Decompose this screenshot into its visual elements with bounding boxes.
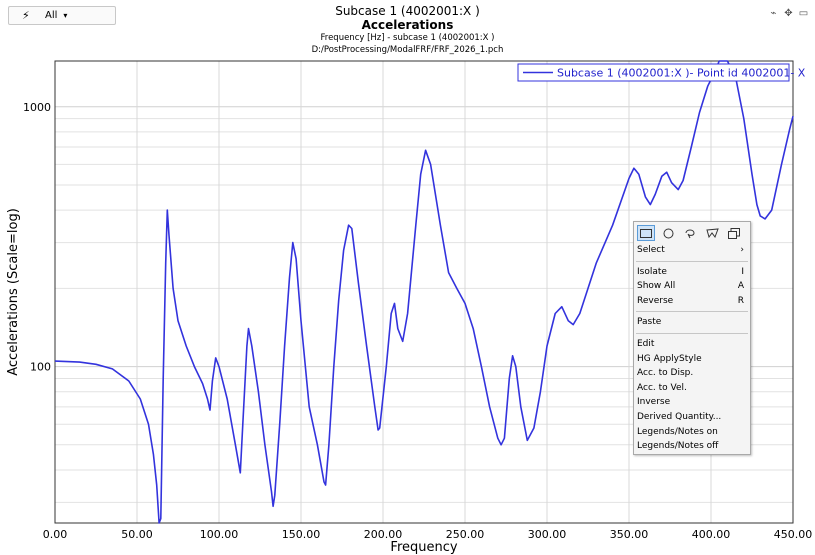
x-tick-label: 300.00 — [528, 528, 567, 541]
x-tick-label: 150.00 — [282, 528, 321, 541]
x-tick-label: 400.00 — [692, 528, 731, 541]
menu-item-label: Legends/Notes on — [637, 426, 718, 437]
menu-item-hg-applystyle[interactable]: HG ApplyStyle — [634, 352, 750, 367]
menu-item-legends-notes-off[interactable]: Legends/Notes off — [634, 439, 750, 454]
y-axis-label: Accelerations (Scale=log) — [6, 208, 21, 376]
menu-item-label: Isolate — [637, 266, 667, 277]
menu-item-label: Paste — [637, 317, 662, 328]
x-tick-label: 100.00 — [200, 528, 239, 541]
menu-item-label: Select — [637, 245, 665, 255]
copy-window-icon[interactable] — [725, 225, 743, 241]
menu-item-reverse[interactable]: Reverse R — [634, 294, 750, 309]
menu-item-derived-quantity[interactable]: Derived Quantity... — [634, 410, 750, 425]
circle-select-icon[interactable] — [659, 225, 677, 241]
menu-item-shortcut: A — [737, 281, 744, 292]
menu-separator — [636, 260, 748, 262]
menu-item-shortcut: › — [740, 245, 744, 255]
menu-item-label: Derived Quantity... — [637, 411, 722, 422]
menu-item-legends-notes-on[interactable]: Legends/Notes on — [634, 425, 750, 440]
x-axis-label: Frequency — [390, 540, 457, 555]
x-tick-label: 50.00 — [121, 528, 153, 541]
y-tick-label: 1000 — [23, 101, 51, 114]
menu-item-label: Edit — [637, 338, 655, 349]
menu-item-label: Reverse — [637, 295, 674, 306]
menu-item-label: HG ApplyStyle — [637, 353, 702, 364]
menu-item-label: Inverse — [637, 397, 671, 408]
menu-item-edit[interactable]: Edit — [634, 337, 750, 352]
selection-mode-bar — [634, 222, 750, 243]
menu-item-shortcut: I — [741, 266, 744, 277]
menu-item-select[interactable]: Select › — [634, 243, 750, 258]
menu-item-shortcut: R — [737, 295, 744, 306]
menu-item-label: Acc. to Disp. — [637, 368, 694, 379]
x-tick-label: 450.00 — [774, 528, 813, 541]
polygon-select-icon[interactable] — [703, 225, 721, 241]
lasso-select-icon[interactable] — [681, 225, 699, 241]
context-menu: Select › Isolate I Show All A Reverse R Paste … — [633, 221, 751, 455]
menu-item-label: Show All — [637, 281, 676, 292]
menu-item-label: Legends/Notes off — [637, 441, 719, 452]
menu-item-show-all[interactable]: Show All A — [634, 279, 750, 294]
menu-item-isolate[interactable]: Isolate I — [634, 265, 750, 280]
menu-item-inverse[interactable]: Inverse — [634, 395, 750, 410]
legend-label: Subcase 1 (4002001:X )- Point id 4002001… — [557, 67, 806, 80]
y-tick-label: 100 — [30, 361, 51, 374]
menu-item-paste[interactable]: Paste — [634, 315, 750, 330]
menu-item-label: Acc. to Vel. — [637, 382, 687, 393]
menu-separator — [636, 311, 748, 313]
x-tick-label: 0.00 — [43, 528, 68, 541]
x-tick-label: 350.00 — [610, 528, 649, 541]
menu-item-acc-to-vel[interactable]: Acc. to Vel. — [634, 381, 750, 396]
rectangle-select-icon[interactable] — [637, 225, 655, 241]
menu-separator — [636, 332, 748, 334]
menu-item-acc-to-disp[interactable]: Acc. to Disp. — [634, 366, 750, 381]
